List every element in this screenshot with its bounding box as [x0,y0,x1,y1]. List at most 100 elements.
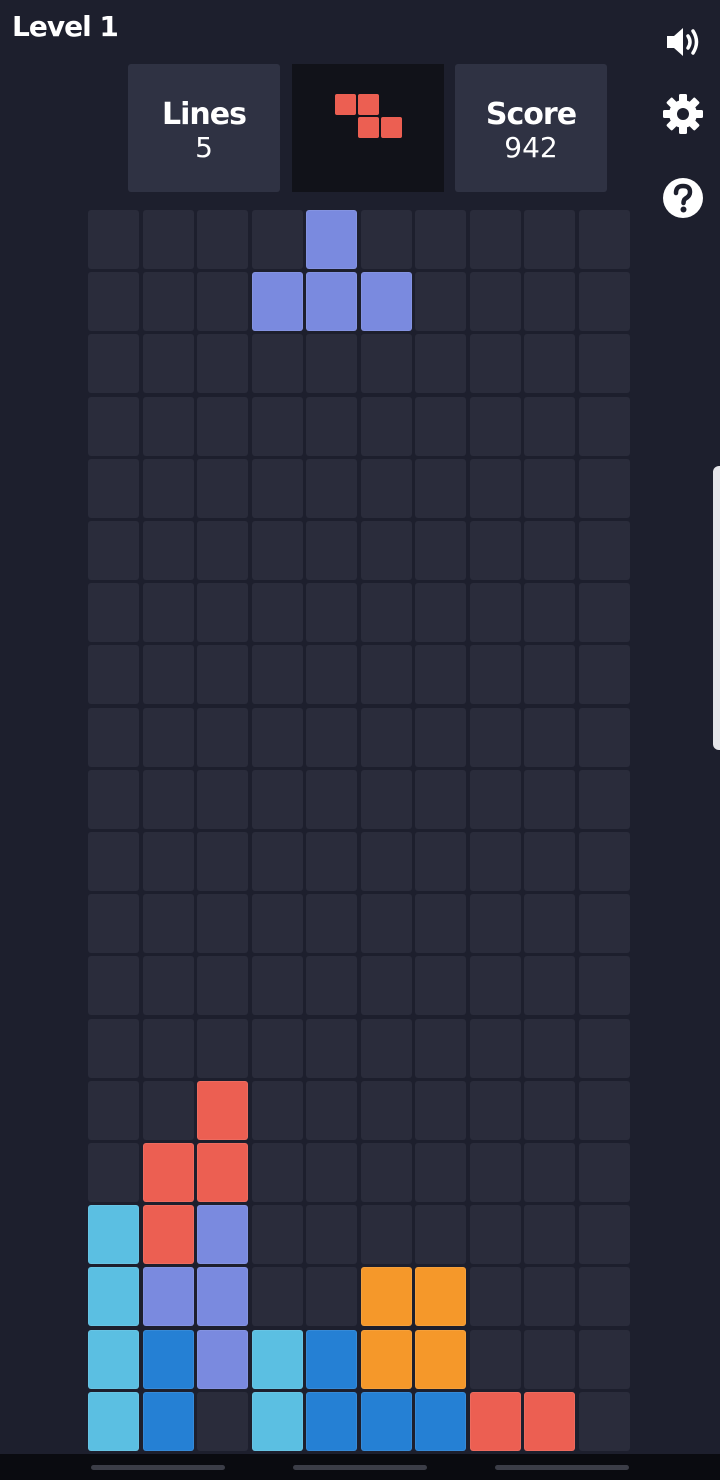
empty-cell [470,210,521,269]
empty-cell [306,521,357,580]
empty-cell [415,894,466,953]
block-z [197,1081,248,1140]
empty-cell [470,956,521,1015]
empty-cell [306,956,357,1015]
empty-cell [579,272,630,331]
empty-cell [524,770,575,829]
empty-cell [143,397,194,456]
block-z [143,1143,194,1202]
empty-cell [361,210,412,269]
block-j [143,1330,194,1389]
game-board[interactable] [88,210,634,1451]
empty-cell [197,770,248,829]
empty-cell [524,459,575,518]
empty-cell [470,770,521,829]
block-t [197,1330,248,1389]
empty-cell [470,583,521,642]
empty-cell [415,645,466,704]
empty-cell [415,272,466,331]
empty-cell [143,770,194,829]
lines-label: Lines [162,97,247,132]
empty-cell [361,1143,412,1202]
empty-cell [88,272,139,331]
empty-cell [306,708,357,767]
empty-cell [524,894,575,953]
block-o [415,1267,466,1326]
empty-cell [415,459,466,518]
empty-cell [88,894,139,953]
empty-cell [524,645,575,704]
sound-button[interactable] [661,20,705,64]
empty-cell [306,770,357,829]
empty-cell [524,832,575,891]
empty-cell [252,645,303,704]
empty-cell [524,1081,575,1140]
block-i [252,1392,303,1451]
nav-pill-center[interactable] [293,1465,427,1470]
empty-cell [470,708,521,767]
empty-cell [197,645,248,704]
empty-cell [579,1330,630,1389]
empty-cell [88,1019,139,1078]
empty-cell [470,1205,521,1264]
empty-cell [197,397,248,456]
block-o [361,1267,412,1326]
side-panel-handle[interactable] [713,466,720,750]
block-i [88,1205,139,1264]
score-value: 942 [504,131,558,164]
block-t [306,272,357,331]
empty-cell [143,956,194,1015]
empty-cell [88,397,139,456]
empty-cell [252,583,303,642]
empty-cell [197,1019,248,1078]
empty-cell [524,708,575,767]
empty-cell [524,1019,575,1078]
block-o [415,1330,466,1389]
empty-cell [143,583,194,642]
block-j [415,1392,466,1451]
empty-cell [415,1019,466,1078]
empty-cell [252,956,303,1015]
empty-cell [252,334,303,393]
empty-cell [579,1019,630,1078]
empty-cell [361,397,412,456]
empty-cell [306,459,357,518]
empty-cell [415,832,466,891]
empty-cell [361,583,412,642]
block-j [361,1392,412,1451]
empty-cell [88,210,139,269]
score-label: Score [485,97,577,132]
empty-cell [579,583,630,642]
next-piece-preview [292,64,444,192]
next-piece-block [381,117,402,138]
empty-cell [579,1081,630,1140]
empty-cell [361,334,412,393]
empty-cell [415,770,466,829]
block-t [197,1205,248,1264]
nav-pill-left[interactable] [91,1465,225,1470]
block-t [361,272,412,331]
empty-cell [524,334,575,393]
help-button[interactable] [661,176,705,220]
empty-cell [470,894,521,953]
empty-cell [361,894,412,953]
block-z [143,1205,194,1264]
block-o [361,1330,412,1389]
settings-button[interactable] [661,92,705,136]
empty-cell [252,894,303,953]
empty-cell [197,210,248,269]
empty-cell [579,1205,630,1264]
block-t [143,1267,194,1326]
empty-cell [415,708,466,767]
empty-cell [524,956,575,1015]
block-z [470,1392,521,1451]
nav-pill-right[interactable] [495,1465,629,1470]
empty-cell [579,397,630,456]
empty-cell [306,583,357,642]
empty-cell [361,459,412,518]
empty-cell [361,956,412,1015]
game-screen: Level 1 Lines 5 Score 942 [0,0,720,1480]
next-piece-block [358,94,379,115]
empty-cell [361,645,412,704]
empty-cell [252,1019,303,1078]
